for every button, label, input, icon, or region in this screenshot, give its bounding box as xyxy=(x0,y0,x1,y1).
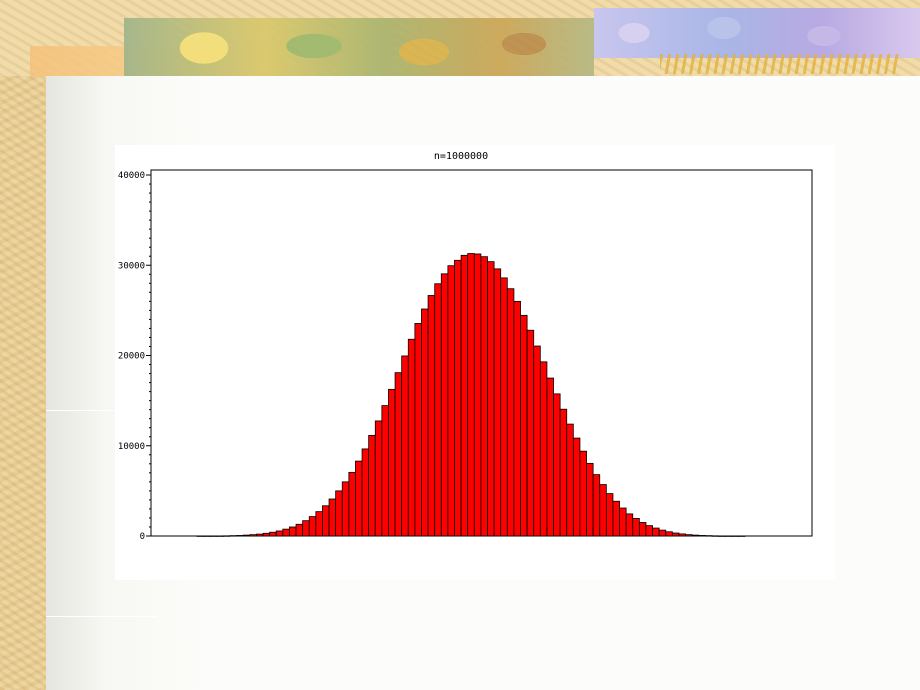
y-tick-label: 10000 xyxy=(118,442,145,452)
histogram-bar xyxy=(553,393,561,537)
histogram-bar xyxy=(467,253,475,537)
histogram-bar xyxy=(388,388,396,537)
histogram-bar xyxy=(421,308,429,537)
histogram-bar xyxy=(506,288,515,537)
histogram-bar xyxy=(295,523,304,537)
histogram-bar xyxy=(698,535,706,537)
histogram-bar xyxy=(223,535,231,537)
histogram-bar xyxy=(328,498,337,537)
histogram-bar xyxy=(242,534,251,537)
histogram-bar xyxy=(335,490,343,537)
histogram-bar xyxy=(196,535,204,537)
histogram-bar xyxy=(440,273,449,537)
y-axis: 0 10000 20000 30000 40000 xyxy=(118,171,151,542)
histogram-bar xyxy=(341,481,350,537)
y-tick-label: 0 xyxy=(140,532,145,542)
histogram-bar xyxy=(269,531,277,537)
histogram-bar xyxy=(361,448,370,537)
histogram-bar xyxy=(427,295,436,537)
histogram-bar xyxy=(685,534,693,537)
histogram-bar xyxy=(434,283,442,537)
histogram-bar xyxy=(249,534,257,537)
histogram-bars xyxy=(196,253,746,537)
y-tick-label: 20000 xyxy=(118,352,145,362)
histogram-bar xyxy=(592,474,601,537)
histogram-bar xyxy=(275,530,284,537)
histogram-bar xyxy=(724,535,733,537)
divider-line xyxy=(46,616,156,617)
wheat-decoration xyxy=(660,54,900,74)
histogram-bar xyxy=(493,268,502,537)
histogram-bar xyxy=(355,460,363,537)
histogram-bar xyxy=(381,405,389,537)
histogram-bar xyxy=(282,528,290,537)
histogram-bar xyxy=(460,254,469,537)
chart-title: n=1000000 xyxy=(434,151,488,162)
histogram-bar xyxy=(612,500,620,537)
histogram-bar xyxy=(704,535,713,537)
histogram-bar xyxy=(533,345,541,537)
histogram-bar xyxy=(315,511,323,537)
histogram-bar xyxy=(216,535,224,537)
histogram-bar xyxy=(658,529,667,537)
histogram-bar xyxy=(407,338,416,537)
histogram-bar xyxy=(599,484,607,537)
histogram-bar xyxy=(605,493,614,537)
histogram-bar xyxy=(671,532,680,537)
histogram-bar xyxy=(348,471,356,537)
histogram-bar xyxy=(566,423,574,537)
histogram-bar xyxy=(539,361,548,537)
histogram-bar xyxy=(368,434,376,537)
histogram-bar xyxy=(546,377,554,537)
histogram-bar xyxy=(473,253,482,537)
histogram-bar xyxy=(236,535,244,537)
histogram-bar xyxy=(559,408,568,537)
histogram-bar xyxy=(262,532,271,537)
histogram-chart: n=1000000 0 10000 20000 30000 40000 xyxy=(115,145,835,580)
histogram-bar xyxy=(645,525,653,537)
histogram-bar xyxy=(209,535,218,537)
histogram-bar xyxy=(414,323,422,537)
histogram-bar xyxy=(718,535,726,537)
histogram-bar xyxy=(229,535,238,537)
histogram-bar xyxy=(480,256,488,537)
histogram-bar xyxy=(322,505,330,537)
blue-flowers-banner xyxy=(594,8,920,58)
autumn-leaves-banner xyxy=(124,18,594,76)
histogram-bar xyxy=(652,527,660,537)
histogram-bar xyxy=(374,420,383,537)
histogram-bar xyxy=(586,462,594,537)
parchment-left-strip xyxy=(0,0,46,690)
histogram-bar xyxy=(691,534,700,537)
y-tick-label: 30000 xyxy=(118,261,145,271)
y-tick-label: 40000 xyxy=(118,171,145,181)
histogram-bar xyxy=(638,522,647,537)
histogram-bar xyxy=(256,533,264,537)
histogram-bar xyxy=(711,535,719,537)
histogram-bar xyxy=(447,265,455,537)
histogram-bar xyxy=(526,329,535,537)
histogram-bar xyxy=(731,535,739,537)
histogram-svg: n=1000000 0 10000 20000 30000 40000 xyxy=(118,151,813,542)
histogram-bar xyxy=(572,437,581,537)
histogram-bar xyxy=(394,372,403,537)
histogram-bar xyxy=(487,261,495,537)
histogram-bar xyxy=(454,259,462,537)
histogram-bar xyxy=(203,535,211,537)
histogram-bar xyxy=(302,520,310,537)
histogram-bar xyxy=(308,516,317,537)
histogram-bar xyxy=(513,300,521,537)
histogram-bar xyxy=(520,314,528,537)
histogram-bar xyxy=(665,531,673,537)
histogram-bar xyxy=(289,526,297,537)
histogram-bar xyxy=(625,513,634,537)
histogram-bar xyxy=(500,277,508,537)
histogram-bar xyxy=(678,533,686,537)
histogram-bar xyxy=(632,517,640,537)
histogram-bar xyxy=(738,535,746,537)
histogram-bar xyxy=(619,507,627,537)
histogram-bar xyxy=(579,450,587,537)
histogram-bar xyxy=(401,355,409,537)
